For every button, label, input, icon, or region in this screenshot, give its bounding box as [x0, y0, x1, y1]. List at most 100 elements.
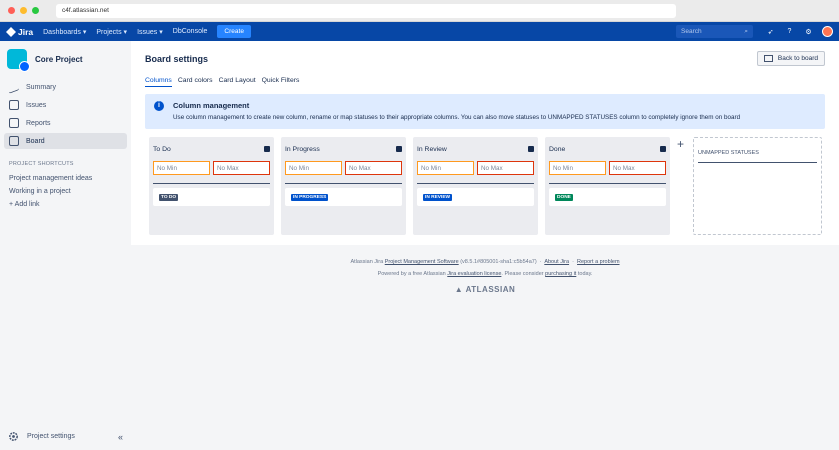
sidebar-item-board[interactable]: Board	[4, 133, 127, 149]
nav-projects[interactable]: Projects ▾	[96, 28, 127, 36]
sidebar-item-issues[interactable]: Issues	[4, 97, 127, 113]
about-jira-link[interactable]: About Jira	[544, 259, 569, 265]
max-input[interactable]: No Max	[477, 161, 534, 175]
project-name: Core Project	[35, 54, 83, 64]
shortcut-link[interactable]: Project management ideas	[4, 172, 127, 185]
trash-icon[interactable]	[264, 146, 270, 152]
status-card[interactable]: DONE	[549, 188, 666, 206]
sidebar-item-reports[interactable]: Reports	[4, 115, 127, 131]
sidebar-item-summary[interactable]: Summary	[4, 79, 127, 95]
status-card[interactable]: IN REVIEW	[417, 188, 534, 206]
shortcut-link[interactable]: Working in a project	[4, 185, 127, 198]
jira-logo[interactable]: Jira	[6, 26, 34, 37]
column-divider	[549, 183, 666, 184]
top-navigation: Jira Dashboards ▾ Projects ▾ Issues ▾ Db…	[0, 22, 839, 41]
max-input[interactable]: No Max	[609, 161, 666, 175]
collapse-sidebar-icon[interactable]: «	[118, 432, 123, 442]
maximize-window-icon[interactable]	[32, 7, 39, 14]
info-panel: i Column management Use column managemen…	[145, 94, 825, 129]
trash-icon[interactable]	[528, 146, 534, 152]
minimize-window-icon[interactable]	[20, 7, 27, 14]
settings-tabs: Columns Card colors Card Layout Quick Fi…	[145, 77, 825, 87]
project-header[interactable]: Core Project	[4, 49, 127, 72]
column-divider	[285, 183, 402, 184]
status-lozenge: IN PROGRESS	[291, 193, 329, 201]
create-button[interactable]: Create	[217, 25, 251, 38]
back-to-board-button[interactable]: Back to board	[756, 51, 825, 66]
settings-icon[interactable]: ⚙	[804, 27, 813, 36]
atlassian-brand: ATLASSIAN	[465, 285, 516, 294]
board-icon	[763, 55, 773, 62]
columns-editor: To Do No Min No Max TO DO In Progress No…	[145, 137, 825, 237]
search-placeholder: Search	[681, 28, 702, 35]
status-card[interactable]: TO DO	[153, 188, 270, 206]
min-input[interactable]: No Min	[285, 161, 342, 175]
footer-text: Powered by a free Atlassian	[377, 271, 446, 277]
report-problem-link[interactable]: Report a problem	[577, 259, 620, 265]
column-name[interactable]: In Review	[417, 146, 447, 153]
min-input[interactable]: No Min	[549, 161, 606, 175]
unmapped-statuses-column[interactable]: UNMAPPED STATUSES	[693, 137, 822, 235]
url-text: c4f.atlassian.net	[62, 7, 109, 14]
nav-issues[interactable]: Issues ▾	[137, 28, 163, 36]
max-input[interactable]: No Max	[345, 161, 402, 175]
column-todo[interactable]: To Do No Min No Max TO DO	[149, 137, 274, 235]
column-done[interactable]: Done No Min No Max DONE	[545, 137, 670, 235]
info-text: Use column management to create new colu…	[173, 114, 741, 121]
board-icon	[9, 136, 19, 146]
tab-card-layout[interactable]: Card Layout	[219, 77, 256, 87]
min-input[interactable]: No Min	[153, 161, 210, 175]
back-button-label: Back to board	[777, 55, 818, 62]
browser-chrome: c4f.atlassian.net	[0, 0, 839, 22]
add-column-icon[interactable]: +	[677, 137, 684, 151]
status-card[interactable]: IN PROGRESS	[285, 188, 402, 206]
purchase-link[interactable]: purchasing it	[545, 271, 576, 277]
status-lozenge: DONE	[555, 193, 573, 201]
footer-text: . Please consider	[501, 271, 544, 277]
nav-dbconsole[interactable]: DbConsole	[173, 28, 208, 35]
sidebar-item-label: Board	[26, 137, 45, 145]
max-input[interactable]: No Max	[213, 161, 270, 175]
search-input[interactable]: Search ⌕	[676, 25, 753, 38]
info-icon: i	[154, 101, 164, 111]
project-settings-link[interactable]: Project settings «	[8, 431, 123, 442]
project-sidebar: Core Project Summary Issues Reports Boar…	[0, 41, 131, 450]
gear-icon	[9, 432, 18, 441]
user-avatar[interactable]	[822, 26, 833, 37]
sidebar-item-label: Reports	[26, 119, 51, 127]
footer-text: today.	[577, 271, 593, 277]
license-link[interactable]: Jira evaluation license	[447, 271, 501, 277]
add-link-button[interactable]: + Add link	[4, 198, 127, 211]
status-lozenge: TO DO	[159, 193, 179, 201]
column-in-review[interactable]: In Review No Min No Max IN REVIEW	[413, 137, 538, 235]
nav-dashboards[interactable]: Dashboards ▾	[43, 28, 86, 36]
footer-link[interactable]: Project Management Software	[385, 259, 459, 265]
page-footer: Atlassian Jira Project Management Softwa…	[131, 245, 839, 450]
main-content: Board settings Back to board Columns Car…	[131, 41, 839, 450]
close-window-icon[interactable]	[8, 7, 15, 14]
column-name[interactable]: Done	[549, 146, 565, 153]
min-input[interactable]: No Min	[417, 161, 474, 175]
tab-card-colors[interactable]: Card colors	[178, 77, 213, 87]
column-name[interactable]: In Progress	[285, 146, 320, 153]
jira-logo-icon	[6, 26, 16, 37]
column-name[interactable]: To Do	[153, 146, 171, 153]
trash-icon[interactable]	[396, 146, 402, 152]
logo-text: Jira	[18, 26, 34, 37]
help-icon[interactable]: ?	[785, 27, 794, 36]
trash-icon[interactable]	[660, 146, 666, 152]
tab-quick-filters[interactable]: Quick Filters	[262, 77, 300, 87]
tab-columns[interactable]: Columns	[145, 77, 172, 87]
issues-icon	[9, 100, 19, 110]
project-settings-label: Project settings	[27, 433, 75, 440]
column-in-progress[interactable]: In Progress No Min No Max IN PROGRESS	[281, 137, 406, 235]
column-divider	[417, 183, 534, 184]
unmapped-divider	[698, 162, 817, 163]
column-divider	[153, 183, 270, 184]
notifications-icon[interactable]: ➶	[766, 27, 775, 36]
footer-text: Atlassian Jira	[350, 259, 384, 265]
unmapped-heading: UNMAPPED STATUSES	[698, 150, 759, 156]
sidebar-item-label: Issues	[26, 101, 47, 109]
search-icon: ⌕	[744, 27, 748, 35]
address-bar[interactable]: c4f.atlassian.net	[56, 3, 676, 18]
